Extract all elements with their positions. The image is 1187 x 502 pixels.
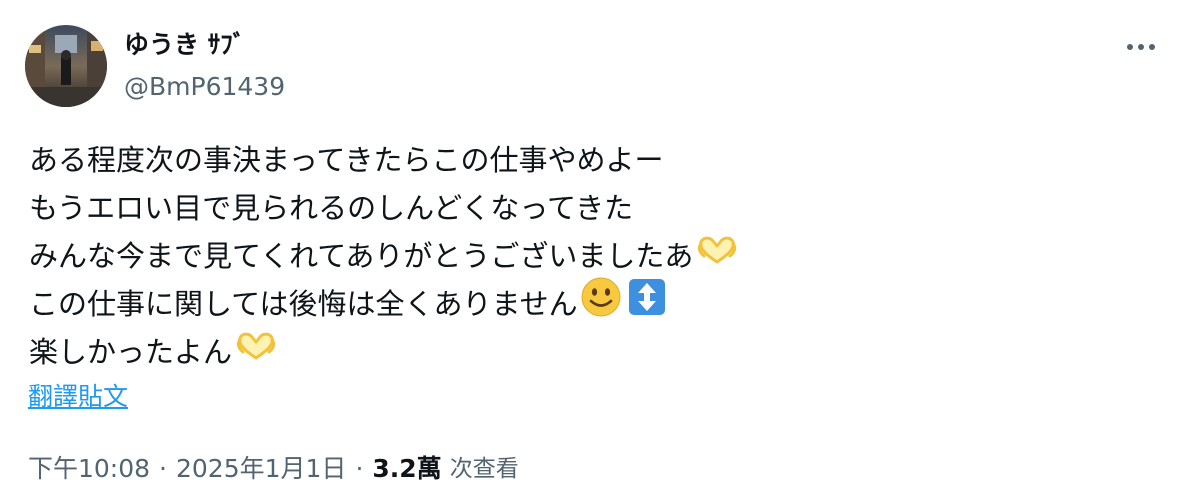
heart-hands-icon — [695, 232, 739, 280]
avatar-image — [25, 25, 107, 107]
translate-post-link[interactable]: 翻譯貼文 — [28, 380, 128, 414]
post-date[interactable]: 2025年1月1日 — [176, 452, 346, 486]
tweet-line: 楽しかったよん — [29, 328, 1149, 376]
avatar[interactable] — [25, 25, 107, 107]
tweet-line: ある程度次の事決まってきたらこの仕事やめよー — [29, 136, 1149, 184]
tweet-line: もうエロい目で見られるのしんどくなってきた — [29, 184, 1149, 232]
tweet-line-text: ある程度次の事決まってきたらこの仕事やめよー — [29, 143, 664, 177]
tweet-line-text: この仕事に関しては後悔は全くありません — [29, 287, 578, 321]
post-time[interactable]: 下午10:08 — [28, 452, 150, 486]
separator: · — [355, 454, 364, 483]
tweet-text: ある程度次の事決まってきたらこの仕事やめよー もうエロい目で見られるのしんどくな… — [29, 136, 1149, 376]
tweet-line: みんな今まで見てくれてありがとうございましたあ — [29, 232, 1149, 280]
tweet-meta: 下午10:08 · 2025年1月1日 · 3.2萬 次查看 — [28, 452, 519, 486]
author-handle[interactable]: @BmP61439 — [124, 70, 285, 104]
up-down-arrow-icon — [628, 278, 666, 330]
more-horizontal-icon — [1127, 44, 1155, 50]
more-button[interactable] — [1118, 30, 1164, 64]
heart-hands-icon — [234, 328, 278, 376]
tweet-line-text: 楽しかったよん — [29, 335, 233, 369]
author-display-name[interactable]: ゆうき ｻﾌﾞ — [124, 28, 245, 62]
tweet-line-text: もうエロい目で見られるのしんどくなってきた — [29, 191, 634, 225]
separator: · — [159, 454, 167, 483]
slightly-smiling-face-icon — [580, 276, 622, 332]
tweet: ゆうき ｻﾌﾞ @BmP61439 ある程度次の事決まってきたらこの仕事やめよー… — [0, 0, 1187, 502]
views-count[interactable]: 3.2萬 — [372, 452, 441, 486]
views-label: 次查看 — [449, 456, 519, 482]
tweet-line: この仕事に関しては後悔は全くありません — [29, 277, 1149, 330]
tweet-line-text: みんな今まで見てくれてありがとうございましたあ — [29, 239, 694, 273]
